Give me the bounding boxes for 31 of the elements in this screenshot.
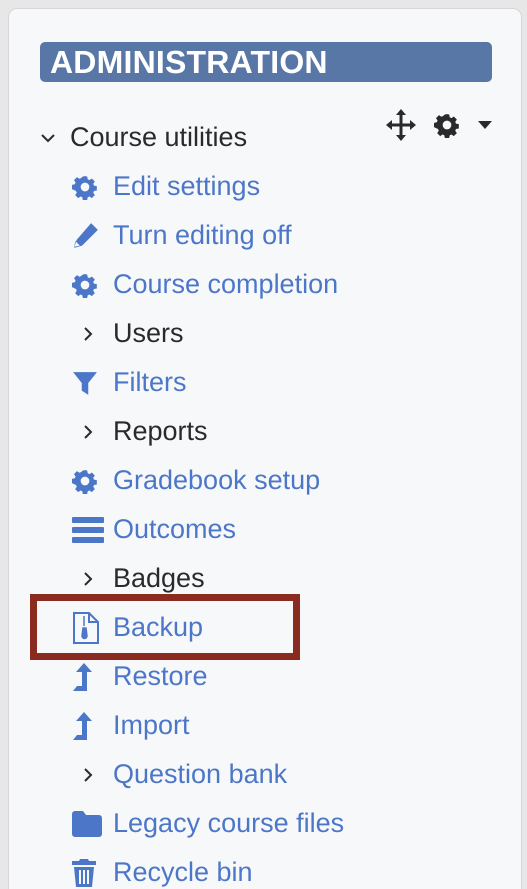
menu-link[interactable]: Restore [113, 661, 208, 692]
pencil-icon [72, 222, 99, 249]
zip-file-icon [72, 612, 99, 644]
caret-down-icon [478, 121, 492, 129]
gear-icon [434, 112, 460, 138]
tree-item[interactable]: Users [113, 318, 184, 349]
tree-item[interactable]: Course utilities [40, 122, 248, 153]
funnel-icon [72, 370, 98, 396]
gear-icon [72, 468, 98, 494]
menu-link[interactable]: Backup [113, 612, 204, 643]
block-title: ADMINISTRATION [40, 42, 492, 82]
menu-link[interactable]: Course completion [113, 269, 338, 300]
menu-link[interactable]: Turn editing off [113, 220, 292, 251]
menu-link[interactable]: Gradebook setup [113, 465, 320, 496]
menu-link[interactable]: Filters [113, 367, 186, 398]
menu-link[interactable]: Recycle bin [113, 857, 253, 888]
menu-link[interactable]: Legacy course files [113, 808, 344, 839]
tree-item[interactable]: Question bank [113, 759, 288, 790]
upload-arrow-icon [72, 712, 94, 740]
gear-icon [72, 174, 98, 200]
tree-item[interactable]: Badges [113, 563, 205, 594]
trash-icon [72, 858, 96, 886]
folder-icon [72, 810, 102, 836]
menu-link[interactable]: Edit settings [113, 171, 260, 202]
menu-link[interactable]: Import [113, 710, 190, 741]
move-icon [386, 109, 416, 141]
gear-icon [72, 272, 98, 298]
menu-link[interactable]: Outcomes [113, 514, 236, 545]
tree-item[interactable]: Reports [113, 416, 208, 447]
stacked-bars-icon [72, 516, 104, 542]
upload-arrow-icon [72, 662, 94, 690]
